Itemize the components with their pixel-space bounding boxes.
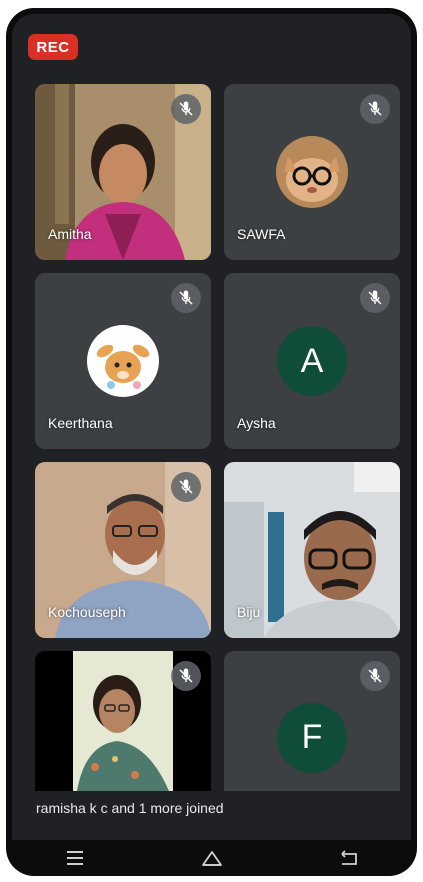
join-notification: ramisha k c and 1 more joined (36, 800, 224, 816)
participant-tile-amitha[interactable]: Amitha (35, 84, 211, 260)
phone-frame: REC Amitha SAWFA Keerthana A Aysha Kocho… (6, 8, 417, 876)
avatar-initial: A (277, 326, 347, 396)
menu-icon[interactable] (55, 843, 95, 873)
mic-muted-icon (171, 283, 201, 313)
system-nav-bar (6, 840, 417, 876)
cat-avatar-icon (276, 136, 348, 208)
participant-tile-kochouseph[interactable]: Kochouseph (35, 462, 211, 638)
back-icon[interactable] (329, 843, 369, 873)
participant-name: Biju (237, 604, 261, 620)
meeting-screen: REC Amitha SAWFA Keerthana A Aysha Kocho… (12, 14, 411, 840)
avatar-initial: F (277, 702, 347, 773)
participant-tile-keerthana[interactable]: Keerthana (35, 273, 211, 449)
participant-tile-7[interactable] (35, 651, 211, 791)
participant-name: Aysha (237, 415, 276, 431)
participant-tile-aysha[interactable]: A Aysha (224, 273, 400, 449)
participant-name: Amitha (48, 226, 92, 242)
mic-muted-icon (360, 94, 390, 124)
mic-muted-icon (360, 283, 390, 313)
mic-muted-icon (360, 661, 390, 691)
participant-tile-8[interactable]: F (224, 651, 400, 791)
recording-badge: REC (28, 34, 78, 60)
mic-muted-icon (171, 472, 201, 502)
participant-name: Keerthana (48, 415, 113, 431)
home-icon[interactable] (192, 843, 232, 873)
participant-name: Kochouseph (48, 604, 126, 620)
mic-muted-icon (171, 661, 201, 691)
participant-name: SAWFA (237, 226, 286, 242)
mic-muted-icon (171, 94, 201, 124)
participant-tile-sawfa[interactable]: SAWFA (224, 84, 400, 260)
participant-tile-biju[interactable]: Biju (224, 462, 400, 638)
deer-avatar-icon (87, 325, 159, 397)
